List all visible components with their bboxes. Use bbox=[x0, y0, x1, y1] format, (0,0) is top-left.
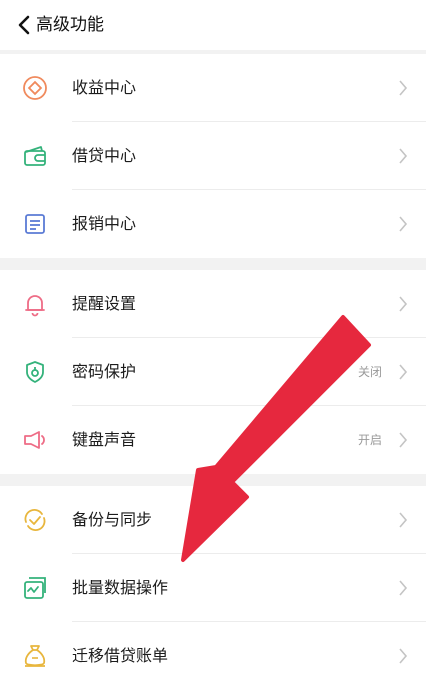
menu-item-label: 提醒设置 bbox=[72, 294, 137, 313]
back-chevron-icon[interactable] bbox=[16, 15, 32, 35]
menu-item-backup-sync[interactable]: 备份与同步 bbox=[0, 486, 426, 554]
chevron-right-icon bbox=[399, 648, 408, 664]
menu-item-label: 批量数据操作 bbox=[72, 578, 169, 597]
menu-item-label: 备份与同步 bbox=[72, 510, 153, 529]
money-bag-icon bbox=[24, 645, 46, 667]
menu-item-label: 报销中心 bbox=[72, 214, 137, 233]
menu-item-migrate-loan-bills[interactable]: 迁移借贷账单 bbox=[0, 622, 426, 690]
password-protection-status: 关闭 bbox=[357, 365, 382, 379]
settings-group-2: 提醒设置 密码保护 关闭 键盘声音 开启 bbox=[0, 270, 426, 474]
section-gap bbox=[0, 258, 426, 270]
menu-item-income-center[interactable]: 收益中心 bbox=[0, 54, 426, 122]
income-icon bbox=[23, 76, 47, 100]
menu-item-label: 收益中心 bbox=[72, 78, 137, 97]
menu-item-reimbursement-center[interactable]: 报销中心 bbox=[0, 190, 426, 258]
sync-icon bbox=[24, 509, 46, 531]
wallet-icon bbox=[24, 146, 46, 166]
chevron-right-icon bbox=[399, 216, 408, 232]
receipt-icon bbox=[25, 214, 45, 234]
keyboard-sound-status: 开启 bbox=[357, 433, 382, 447]
menu-item-batch-data[interactable]: 批量数据操作 bbox=[0, 554, 426, 622]
chevron-right-icon bbox=[399, 148, 408, 164]
chevron-right-icon bbox=[399, 432, 408, 448]
menu-item-reminder-settings[interactable]: 提醒设置 bbox=[0, 270, 426, 338]
lock-shield-icon bbox=[26, 361, 44, 383]
chevron-right-icon bbox=[399, 296, 408, 312]
settings-group-3: 备份与同步 批量数据操作 迁移借贷账单 bbox=[0, 486, 426, 690]
page-title: 高级功能 bbox=[36, 15, 104, 35]
chevron-right-icon bbox=[399, 580, 408, 596]
bell-icon bbox=[25, 295, 45, 317]
menu-item-label: 借贷中心 bbox=[72, 146, 137, 165]
batch-data-icon bbox=[24, 577, 46, 599]
header-bar: 高级功能 bbox=[0, 0, 426, 50]
chevron-right-icon bbox=[399, 80, 408, 96]
menu-item-password-protection[interactable]: 密码保护 关闭 bbox=[0, 338, 426, 406]
menu-item-label: 迁移借贷账单 bbox=[72, 646, 169, 665]
settings-group-1: 收益中心 借贷中心 报销中心 bbox=[0, 54, 426, 258]
menu-item-keyboard-sound[interactable]: 键盘声音 开启 bbox=[0, 406, 426, 474]
menu-item-label: 键盘声音 bbox=[72, 430, 137, 449]
speaker-icon bbox=[24, 431, 45, 449]
menu-item-label: 密码保护 bbox=[72, 362, 137, 381]
chevron-right-icon bbox=[399, 512, 408, 528]
chevron-right-icon bbox=[399, 364, 408, 380]
menu-item-loan-center[interactable]: 借贷中心 bbox=[0, 122, 426, 190]
section-gap bbox=[0, 474, 426, 486]
